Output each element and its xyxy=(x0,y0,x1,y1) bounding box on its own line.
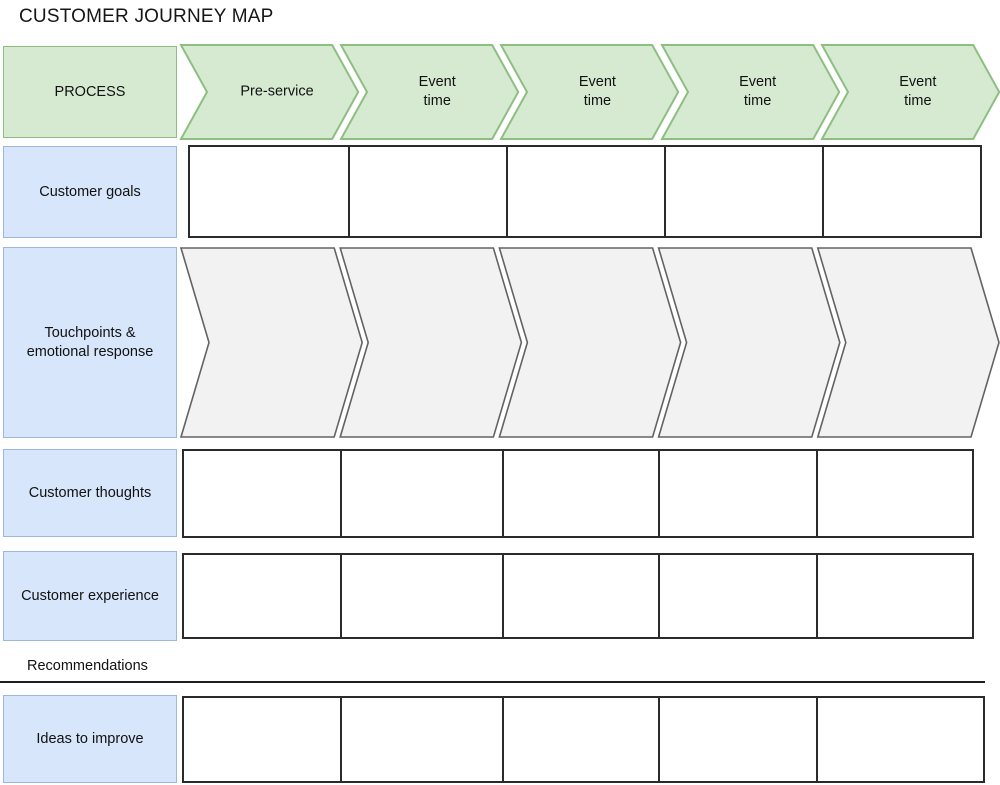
grid-cell[interactable] xyxy=(184,451,342,536)
grid-cell[interactable] xyxy=(342,698,504,781)
stage-chevron-shape xyxy=(659,44,840,140)
row-label-customer-experience: Customer experience xyxy=(3,551,177,641)
touchpoint-chevron-cell[interactable] xyxy=(339,247,523,438)
grid-cell[interactable] xyxy=(504,555,660,637)
stage-chevron[interactable]: Event time xyxy=(339,44,520,140)
recommendations-section-label: Recommendations xyxy=(27,658,148,674)
touchpoint-chevron-cell[interactable] xyxy=(657,247,841,438)
touchpoint-chevron-cell[interactable] xyxy=(498,247,682,438)
grid-row-customer-experience xyxy=(182,553,974,639)
stage-chevron-shape xyxy=(179,44,360,140)
grid-row-customer-goals xyxy=(188,145,982,238)
grid-cell[interactable] xyxy=(350,147,508,236)
grid-cell[interactable] xyxy=(504,698,660,781)
stage-chevron-shape xyxy=(339,44,520,140)
grid-cell[interactable] xyxy=(818,451,972,536)
row-label-touchpoints: Touchpoints & emotional response xyxy=(3,247,177,438)
stage-chevron[interactable]: Pre-service xyxy=(179,44,360,140)
row-label-text: Customer goals xyxy=(39,183,141,200)
grid-row-ideas-to-improve xyxy=(182,696,985,783)
grid-cell[interactable] xyxy=(660,451,818,536)
grid-cell[interactable] xyxy=(342,555,504,637)
stage-chevron-shape xyxy=(499,44,680,140)
grid-cell[interactable] xyxy=(818,698,983,781)
grid-row-customer-thoughts xyxy=(182,449,974,538)
grid-cell[interactable] xyxy=(660,555,818,637)
touchpoint-chevron-band xyxy=(179,247,1000,438)
grid-cell[interactable] xyxy=(508,147,666,236)
grid-cell[interactable] xyxy=(184,698,342,781)
recommendations-divider xyxy=(0,681,985,683)
stage-chevron[interactable]: Event time xyxy=(499,44,680,140)
row-label-text: Touchpoints & emotional response xyxy=(26,324,154,360)
row-label-text: Customer thoughts xyxy=(28,484,152,501)
stage-chevron[interactable]: Event time xyxy=(659,44,840,140)
process-label: PROCESS xyxy=(54,83,126,100)
grid-cell[interactable] xyxy=(666,147,824,236)
page-title: CUSTOMER JOURNEY MAP xyxy=(19,6,274,27)
stage-chevron-strip: Pre-service Event time Event time Event time Ev… xyxy=(179,44,1000,140)
grid-cell[interactable] xyxy=(818,555,972,637)
row-label-customer-thoughts: Customer thoughts xyxy=(3,449,177,537)
stage-chevron[interactable]: Event time xyxy=(820,44,1000,140)
row-label-ideas-to-improve: Ideas to improve xyxy=(3,695,177,783)
grid-cell[interactable] xyxy=(824,147,980,236)
grid-cell[interactable] xyxy=(190,147,350,236)
touchpoint-chevron-cell[interactable] xyxy=(816,247,1000,438)
grid-cell[interactable] xyxy=(342,451,504,536)
grid-cell[interactable] xyxy=(504,451,660,536)
grid-cell[interactable] xyxy=(184,555,342,637)
stage-chevron-shape xyxy=(820,44,1000,140)
row-label-text: Ideas to improve xyxy=(36,730,144,747)
grid-cell[interactable] xyxy=(660,698,818,781)
process-label-box: PROCESS xyxy=(3,46,177,138)
touchpoint-chevron-cell[interactable] xyxy=(179,247,364,438)
row-label-text: Customer experience xyxy=(21,587,159,604)
row-label-customer-goals: Customer goals xyxy=(3,146,177,238)
